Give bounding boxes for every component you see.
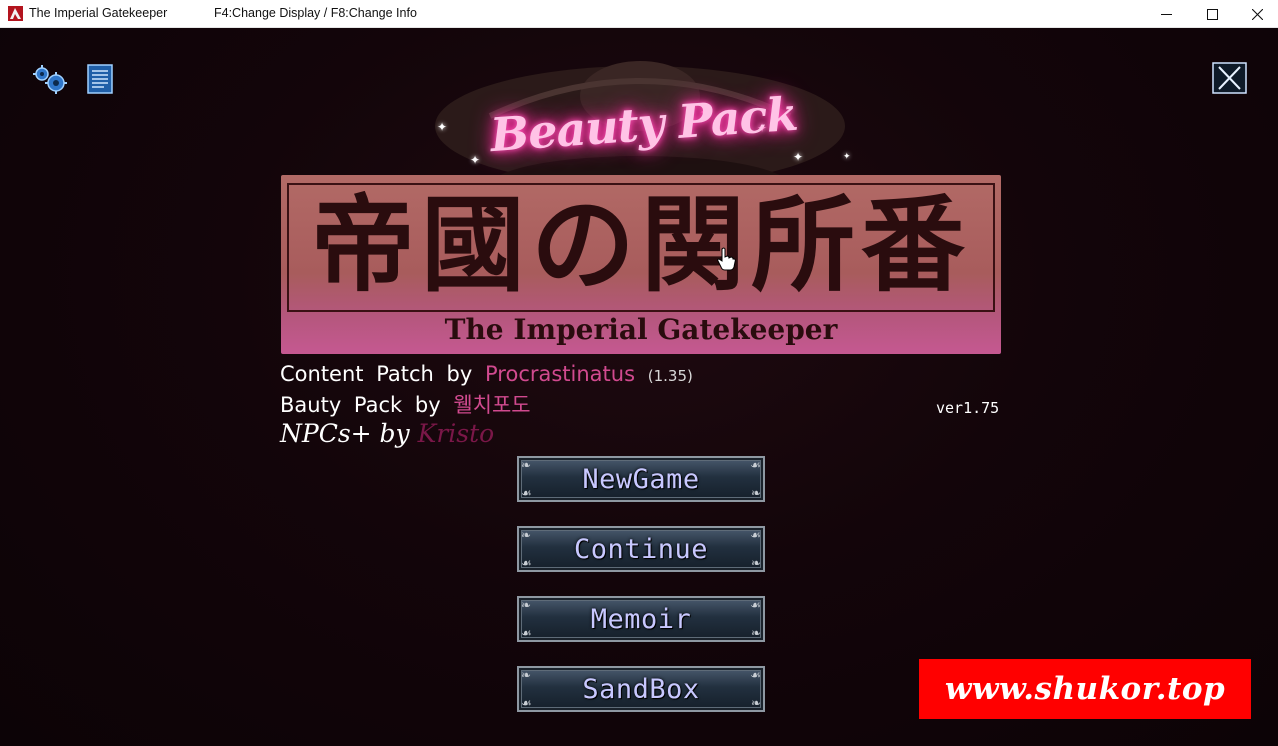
ornament-icon: ❧ — [750, 626, 761, 640]
maximize-button[interactable] — [1189, 0, 1235, 28]
logo-kanji-title: 帝國の関所番 — [310, 183, 971, 306]
credit-npcs: NPCs+ by Kristo — [280, 419, 494, 448]
ornament-icon: ❧ — [750, 556, 761, 570]
logo-english-title: The Imperial Gatekeeper — [444, 313, 838, 346]
credit-author: Procrastinatus — [485, 362, 636, 386]
credit-beauty-pack: Bauty Pack by 웰치포도 — [280, 389, 531, 419]
window-titlebar: The Imperial Gatekeeper F4:Change Displa… — [0, 0, 1278, 28]
maximize-icon — [1206, 8, 1218, 20]
ornament-icon: ☙ — [750, 458, 761, 472]
credit-content-patch: Content Patch by Procrastinatus (1.35) — [280, 362, 693, 386]
credit-prefix: NPCs+ by — [280, 419, 410, 448]
ornament-icon: ☙ — [521, 626, 532, 640]
version-label: ver1.75 — [936, 399, 1000, 417]
close-x-icon[interactable] — [1212, 62, 1247, 94]
ornament-icon: ❧ — [521, 458, 532, 472]
sparkle: ✦ — [470, 153, 481, 167]
watermark-banner: www.shukor.top — [919, 659, 1251, 719]
window-hint-text: F4:Change Display / F8:Change Info — [214, 6, 417, 20]
ornament-icon: ☙ — [750, 668, 761, 682]
sandbox-button[interactable]: ❧ ☙ ☙ ❧ SandBox — [517, 666, 765, 712]
game-logo: 帝國の関所番 The Imperial Gatekeeper — [281, 175, 1001, 354]
credit-author: 웰치포도 — [453, 393, 531, 417]
ornament-icon: ☙ — [521, 486, 532, 500]
memoir-button[interactable]: ❧ ☙ ☙ ❧ Memoir — [517, 596, 765, 642]
document-list-icon[interactable] — [87, 64, 113, 94]
sparkle: ✦ — [437, 120, 448, 134]
close-icon — [1251, 8, 1263, 20]
menu-label: SandBox — [582, 673, 700, 705]
ornament-icon: ☙ — [750, 528, 761, 542]
menu-label: Continue — [573, 533, 709, 565]
ornament-icon: ❧ — [521, 598, 532, 612]
menu-label: Memoir — [590, 603, 692, 635]
ornament-icon: ☙ — [521, 556, 532, 570]
game-title-screen: ✦ ✦ ✦ ✦ ✦ ✦ Beauty Pack 帝國の関所番 The Imper… — [0, 28, 1278, 746]
window-close-button[interactable] — [1234, 0, 1278, 28]
minimize-button[interactable] — [1143, 0, 1189, 28]
app-icon — [8, 6, 23, 21]
credit-prefix: Bauty Pack by — [280, 393, 441, 417]
ornament-icon: ☙ — [521, 696, 532, 710]
credit-author: Kristo — [417, 419, 495, 448]
menu-label: NewGame — [582, 463, 700, 495]
settings-gears-icon[interactable] — [32, 64, 68, 94]
continue-button[interactable]: ❧ ☙ ☙ ❧ Continue — [517, 526, 765, 572]
credit-prefix: Content Patch by — [280, 362, 473, 386]
ornament-icon: ❧ — [750, 486, 761, 500]
watermark-text: www.shukor.top — [944, 671, 1226, 707]
minimize-icon — [1160, 13, 1172, 15]
sparkle: ✦ — [793, 150, 804, 164]
ornament-icon: ❧ — [750, 696, 761, 710]
ornament-icon: ❧ — [521, 528, 532, 542]
ornament-icon: ☙ — [750, 598, 761, 612]
credit-patch-version: (1.35) — [647, 367, 693, 385]
ornament-icon: ❧ — [521, 668, 532, 682]
hand-cursor-icon — [717, 247, 736, 271]
sparkle: ✦ — [843, 152, 851, 162]
window-title: The Imperial Gatekeeper — [29, 6, 168, 20]
new-game-button[interactable]: ❧ ☙ ☙ ❧ NewGame — [517, 456, 765, 502]
